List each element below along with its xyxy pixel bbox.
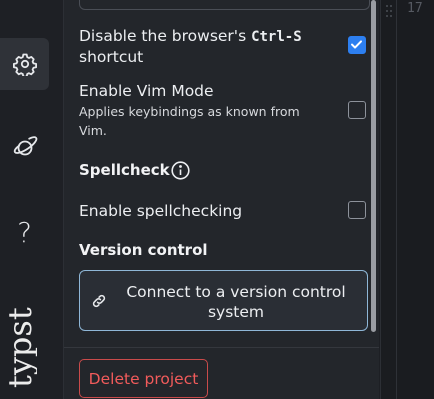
spellcheck-label: Enable spellchecking bbox=[79, 202, 243, 220]
explore-rail-button[interactable] bbox=[0, 122, 49, 174]
link-icon bbox=[92, 294, 106, 308]
connect-version-control-button[interactable]: Connect to a version control system bbox=[79, 270, 368, 331]
settings-panel: Disable the browser's Ctrl-S shortcut En… bbox=[64, 0, 379, 399]
spellcheck-checkbox[interactable] bbox=[348, 201, 366, 219]
footer-divider bbox=[64, 347, 379, 348]
checkmark-icon bbox=[351, 40, 362, 49]
planet-icon bbox=[13, 136, 37, 156]
spellcheck-heading: Spellcheck bbox=[79, 161, 170, 179]
vim-mode-label: Enable Vim Mode bbox=[79, 82, 214, 100]
drag-handle-icon[interactable] bbox=[385, 4, 393, 18]
vim-mode-description: Applies keybindings as known from Vim. bbox=[79, 104, 300, 138]
gear-icon bbox=[12, 53, 37, 76]
settings-rail-button[interactable] bbox=[0, 38, 49, 90]
editor-gutter: 17 bbox=[380, 0, 434, 399]
question-icon: ? bbox=[17, 215, 32, 249]
delete-project-button[interactable]: Delete project bbox=[79, 359, 208, 398]
ctrl-s-option-label: Disable the browser's Ctrl-S shortcut bbox=[79, 27, 302, 66]
connect-version-control-label: Connect to a version control system bbox=[126, 283, 346, 321]
version-control-heading: Version control bbox=[79, 241, 208, 259]
line-number: 17 bbox=[407, 1, 423, 16]
help-rail-button[interactable]: ? bbox=[0, 206, 49, 258]
truncated-field bbox=[79, 0, 370, 10]
ctrl-s-shortcut: Ctrl-S bbox=[251, 29, 302, 45]
panel-scrollbar[interactable] bbox=[371, 0, 376, 332]
vim-mode-checkbox[interactable] bbox=[348, 101, 366, 119]
gutter-border bbox=[396, 0, 397, 399]
svg-text:typst: typst bbox=[7, 307, 37, 388]
info-icon[interactable] bbox=[171, 161, 190, 180]
typst-logo: typst bbox=[7, 307, 37, 388]
activity-rail: ? typst bbox=[0, 0, 64, 399]
ctrl-s-checkbox[interactable] bbox=[348, 36, 366, 54]
